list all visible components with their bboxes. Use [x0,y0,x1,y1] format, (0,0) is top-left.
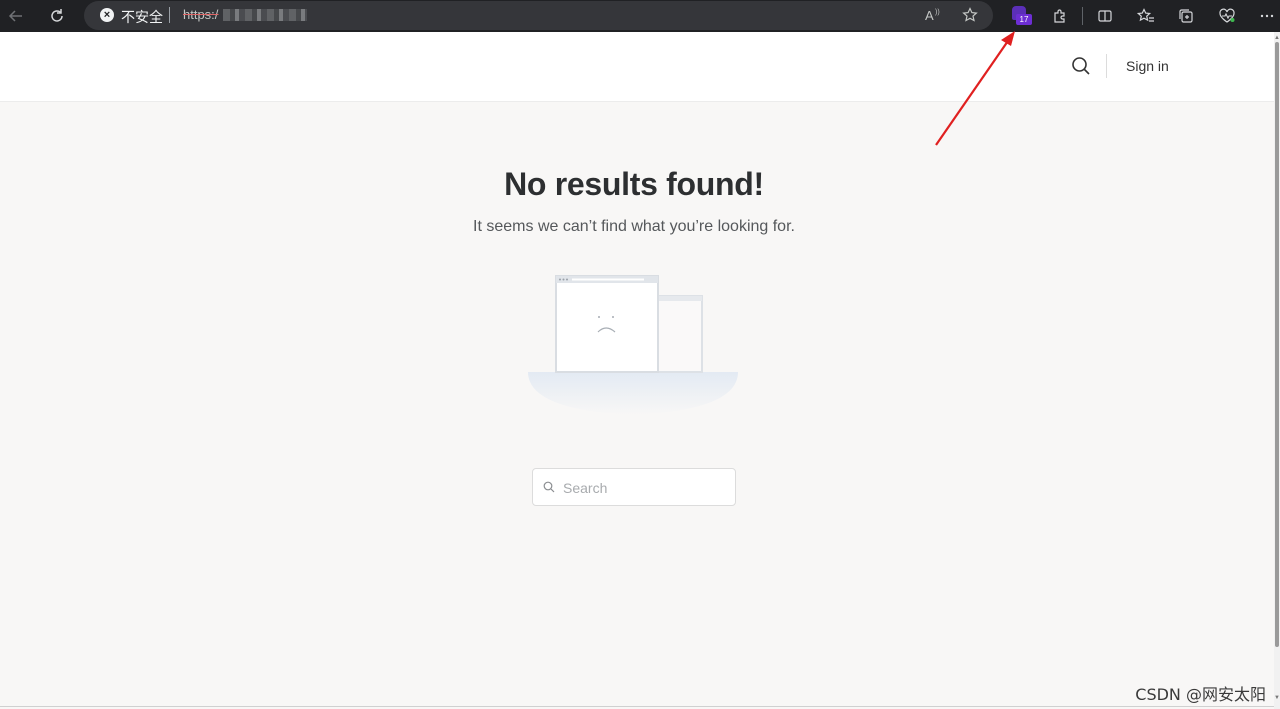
sad-browser-window-illustration [528,275,738,415]
search-input[interactable] [561,477,730,499]
extensions-puzzle-icon[interactable] [1046,2,1074,30]
sign-in-link[interactable]: Sign in [1126,58,1169,74]
page-bottom-border [0,706,1274,707]
favorite-star-icon[interactable] [956,1,984,29]
browser-toolbar: × 不安全 https:/ A)) 17 [0,0,1280,32]
read-aloud-icon[interactable]: A)) [920,1,948,29]
split-screen-icon[interactable] [1091,2,1119,30]
url-redacted [223,9,307,21]
svg-text:A: A [925,8,934,23]
header-divider [1106,54,1107,78]
search-field-icon [543,481,555,493]
address-separator [169,7,170,23]
address-bar[interactable]: × 不安全 https:/ A)) [84,1,993,30]
scroll-down-icon[interactable]: ▼ [1274,694,1280,702]
extension-badge-count: 17 [1016,14,1032,25]
toolbar-divider [1082,7,1083,25]
more-menu-icon[interactable] [1253,2,1280,30]
page-title: No results found! [504,166,764,202]
page-subtitle: It seems we can’t find what you’re looki… [473,218,795,235]
not-secure-icon[interactable]: × [100,8,114,22]
search-icon[interactable] [1070,55,1092,77]
scrollbar-thumb[interactable] [1275,42,1279,647]
url-text[interactable]: https:/ [183,7,218,22]
svg-text:)): )) [935,9,940,16]
collections-icon[interactable] [1172,2,1200,30]
security-label[interactable]: 不安全 [121,7,163,27]
scroll-up-icon[interactable]: ▲ [1274,34,1280,42]
browser-essentials-icon[interactable] [1213,2,1241,30]
csdn-watermark: CSDN @网安太阳 [1135,685,1266,704]
favorites-icon[interactable] [1132,2,1160,30]
reload-icon[interactable] [43,2,71,30]
back-arrow-icon[interactable] [2,2,30,30]
site-header: Sign in [0,32,1274,102]
search-field[interactable] [532,468,736,506]
